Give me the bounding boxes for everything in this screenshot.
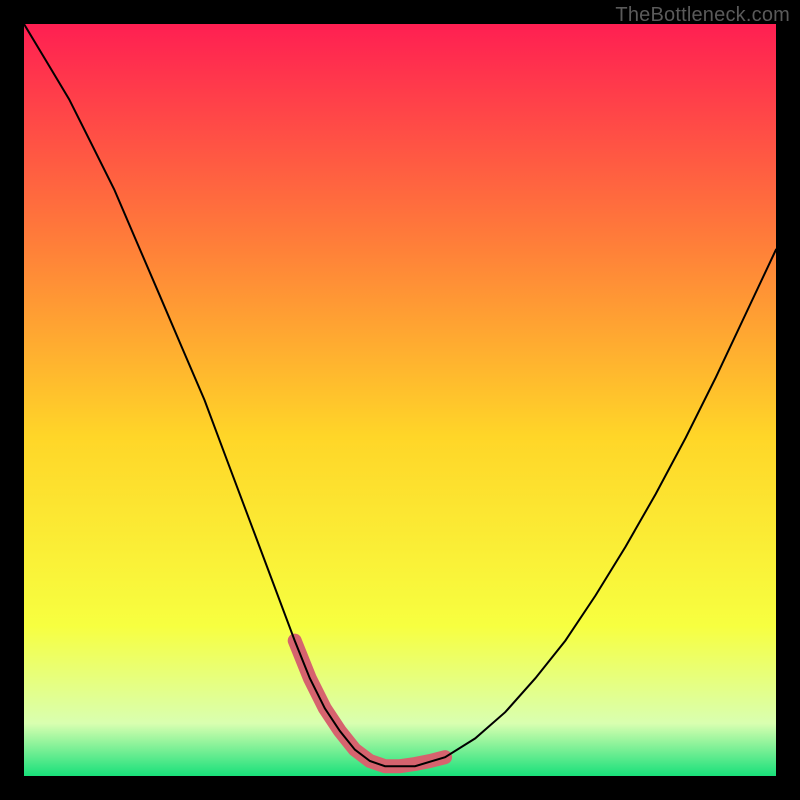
- chart-background: [24, 24, 776, 776]
- watermark-text: TheBottleneck.com: [615, 4, 790, 27]
- bottleneck-chart: [24, 24, 776, 776]
- chart-frame: [24, 24, 776, 776]
